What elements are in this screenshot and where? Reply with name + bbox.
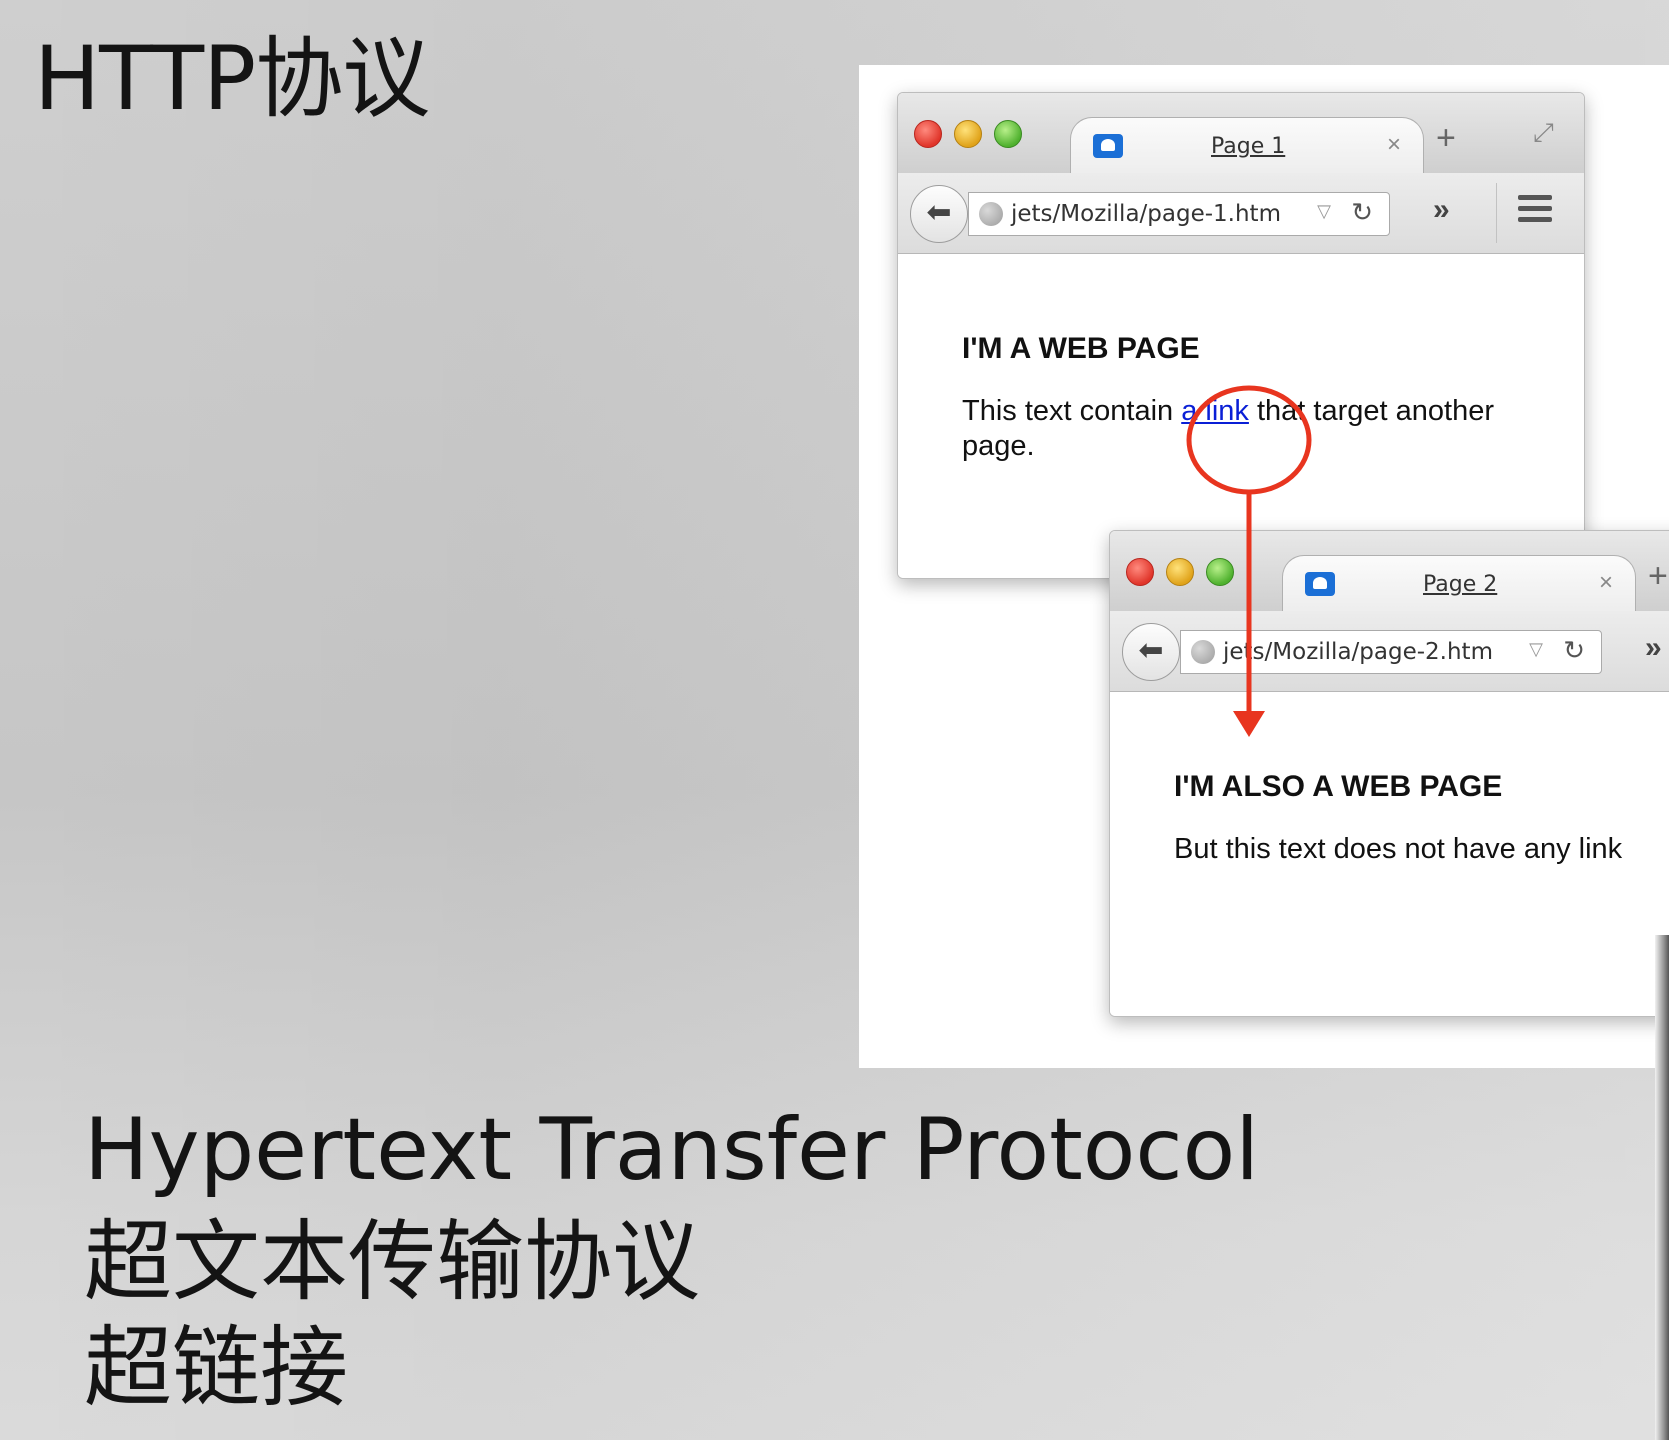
hyperlink[interactable]: a link <box>1181 395 1249 427</box>
tab-page-2[interactable]: Page 2 × <box>1282 555 1636 613</box>
tab-page-1[interactable]: Page 1 × <box>1070 117 1424 175</box>
reload-icon[interactable]: ↻ <box>1351 197 1373 228</box>
globe-icon <box>1191 640 1215 664</box>
caption-english: Hypertext Transfer Protocol <box>84 1100 1260 1200</box>
new-tab-icon[interactable]: + <box>1648 559 1668 593</box>
back-arrow-icon: ⬅ <box>1138 634 1164 667</box>
page-heading: I'M A WEB PAGE <box>962 332 1200 365</box>
url-dropdown-icon[interactable]: ▽ <box>1529 639 1543 660</box>
edge-shadow <box>1655 935 1669 1440</box>
close-window-icon[interactable] <box>1126 558 1154 586</box>
overflow-chevron-icon[interactable]: » <box>1645 631 1662 665</box>
minimize-window-icon[interactable] <box>954 120 982 148</box>
zoom-window-icon[interactable] <box>1206 558 1234 586</box>
tab-close-icon[interactable]: × <box>1387 131 1401 159</box>
overflow-chevron-icon[interactable]: » <box>1433 193 1450 227</box>
hamburger-menu-icon[interactable] <box>1518 195 1552 228</box>
tab-title: Page 2 <box>1423 572 1498 597</box>
caption-hyperlink: 超链接 <box>84 1316 349 1419</box>
page-heading: I'M ALSO A WEB PAGE <box>1174 770 1503 803</box>
browser-navbar: ⬅ jets/Mozilla/page-1.htm ▽ ↻ » <box>898 173 1584 254</box>
toolbar-divider <box>1496 183 1497 243</box>
zoom-window-icon[interactable] <box>994 120 1022 148</box>
page-content: I'M ALSO A WEB PAGE But this text does n… <box>1110 692 1669 1016</box>
browser-window-page-1: Page 1 × + ⤢ ⬅ jets/Mozilla/page-1.htm ▽… <box>897 92 1585 579</box>
firefox-favicon-icon <box>1305 572 1335 596</box>
globe-icon <box>979 202 1003 226</box>
minimize-window-icon[interactable] <box>1166 558 1194 586</box>
tab-title: Page 1 <box>1211 134 1286 159</box>
page-paragraph: This text contain a link that target ano… <box>962 394 1522 464</box>
url-bar[interactable]: jets/Mozilla/page-2.htm ▽ ↻ <box>1180 630 1602 674</box>
url-text: jets/Mozilla/page-1.htm <box>1011 201 1281 227</box>
paragraph-text-before: This text contain <box>962 395 1182 427</box>
new-tab-icon[interactable]: + <box>1436 121 1456 155</box>
back-arrow-icon: ⬅ <box>926 196 952 229</box>
browser-titlebar: Page 1 × + ⤢ <box>898 93 1584 175</box>
browser-titlebar: Page 2 × + <box>1110 531 1669 613</box>
close-window-icon[interactable] <box>914 120 942 148</box>
page-paragraph: But this text does not have any link <box>1174 833 1623 865</box>
url-dropdown-icon[interactable]: ▽ <box>1317 201 1331 222</box>
tab-close-icon[interactable]: × <box>1599 569 1613 597</box>
caption-chinese: 超文本传输协议 <box>84 1210 701 1313</box>
fullscreen-icon[interactable]: ⤢ <box>1533 117 1554 149</box>
url-bar[interactable]: jets/Mozilla/page-1.htm ▽ ↻ <box>968 192 1390 236</box>
back-button[interactable]: ⬅ <box>910 185 968 243</box>
url-text: jets/Mozilla/page-2.htm <box>1223 639 1493 665</box>
hyperlink-illustration: Page 1 × + ⤢ ⬅ jets/Mozilla/page-1.htm ▽… <box>859 65 1669 1068</box>
reload-icon[interactable]: ↻ <box>1563 635 1585 666</box>
firefox-favicon-icon <box>1093 134 1123 158</box>
back-button[interactable]: ⬅ <box>1122 623 1180 681</box>
browser-window-page-2: Page 2 × + ⬅ jets/Mozilla/page-2.htm ▽ ↻… <box>1109 530 1669 1017</box>
browser-navbar: ⬅ jets/Mozilla/page-2.htm ▽ ↻ » <box>1110 611 1669 692</box>
slide-title: HTTP协议 <box>34 27 430 130</box>
